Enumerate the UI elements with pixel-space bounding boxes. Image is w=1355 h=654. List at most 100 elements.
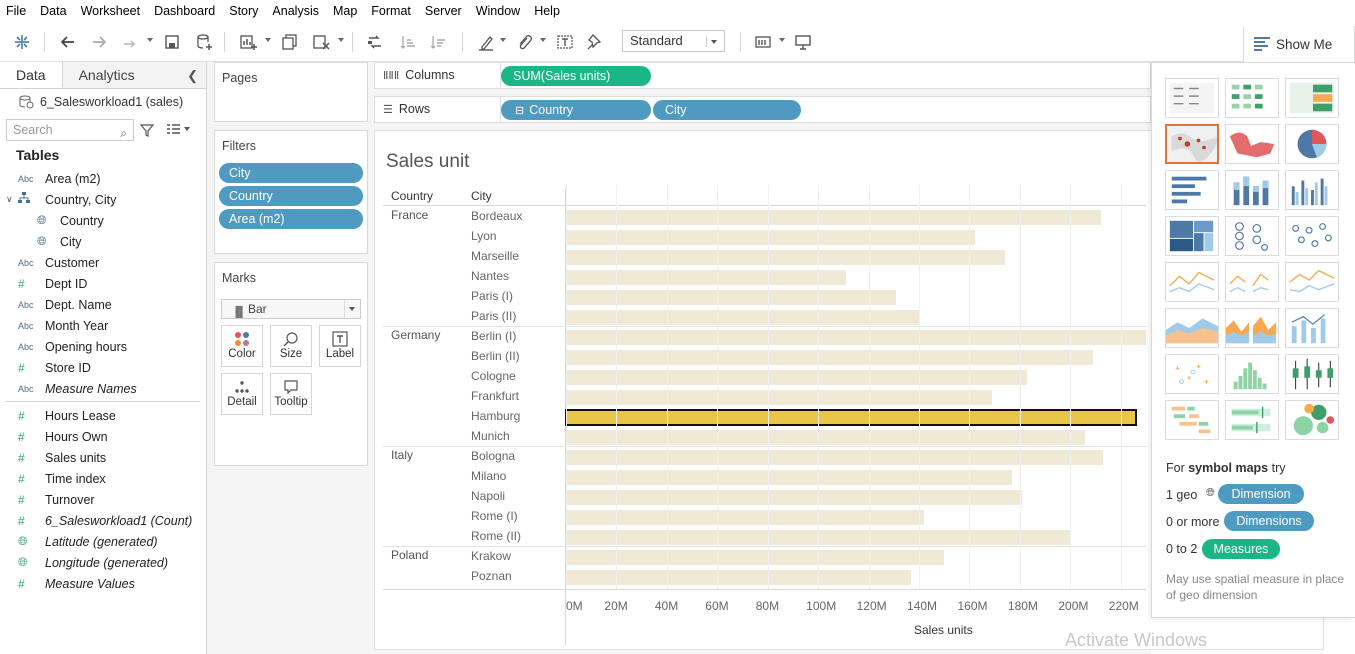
bar-berlin-i[interactable] [566,329,1146,345]
bar-frankfurt[interactable] [566,389,993,405]
redo-icon[interactable] [87,30,111,54]
country-label-poland[interactable]: Poland [391,548,428,562]
bar-marseille[interactable] [566,249,1005,265]
tooltip-button[interactable]: Tooltip [270,373,312,415]
duplicate-sheet-icon[interactable] [278,30,302,54]
field-city[interactable]: 🌐︎ City [0,231,206,252]
city-label-nantes[interactable]: Nantes [471,269,509,283]
presentation-mode-icon[interactable] [791,30,815,54]
country-label-germany[interactable]: Germany [391,328,440,342]
chart-pie-chart[interactable] [1285,124,1339,164]
color-button[interactable]: Color [221,325,263,367]
country-label-france[interactable]: France [391,208,428,222]
new-worksheet-icon[interactable] [236,30,260,54]
field-country[interactable]: 🌐︎ Country [0,210,206,231]
city-label-napoli[interactable]: Napoli [471,489,505,503]
header-city[interactable]: City [471,189,492,203]
field-6-salesworkload1-count[interactable]: #6_Salesworkload1 (Count) [0,510,206,531]
city-label-berlin-i[interactable]: Berlin (I) [471,329,516,343]
field-month-year[interactable]: Abc Month Year [0,315,206,336]
field-dept-name[interactable]: Abc Dept. Name [0,294,206,315]
menu-worksheet[interactable]: Worksheet [74,0,148,22]
field-hours-lease[interactable]: # Hours Lease [0,405,206,426]
field-store-id[interactable]: # Store ID [0,357,206,378]
group-members-icon[interactable] [512,30,536,54]
city-label-bologna[interactable]: Bologna [471,449,515,463]
chart-circle-views[interactable] [1225,216,1279,256]
city-label-marseille[interactable]: Marseille [471,249,519,263]
city-label-milano[interactable]: Milano [471,469,506,483]
chart-area-discrete[interactable] [1225,308,1279,348]
menu-format[interactable]: Format [364,0,418,22]
collapse-pane-icon[interactable]: ❮ [187,68,198,84]
city-label-krakow[interactable]: Krakow [471,549,511,563]
columns-shelf[interactable]: ⅡⅡⅡ Columns SUM(Sales units) [374,62,1151,89]
menu-file[interactable]: File [0,0,33,22]
city-label-poznan[interactable]: Poznan [471,569,512,583]
show-cards-icon[interactable] [752,30,776,54]
rows-shelf[interactable]: ☰ Rows ⊟ Country City [374,96,1151,123]
filter-icon[interactable] [139,123,155,140]
fix-axes-icon[interactable] [583,30,607,54]
replay-icon[interactable] [118,30,142,54]
field-opening-hours[interactable]: Abc Opening hours [0,336,206,357]
datasource-row[interactable]: 6_Salesworkload1 (sales) [0,89,206,115]
field-measure-names[interactable]: Abc Measure Names [0,378,206,399]
chart-gantt-chart[interactable] [1165,400,1219,440]
city-label-bordeaux[interactable]: Bordeaux [471,209,522,223]
fit-dropdown[interactable]: Standard [622,30,725,52]
city-label-cologne[interactable]: Cologne [471,369,516,383]
filter-pill-country[interactable]: Country [219,186,363,206]
field-dept-id[interactable]: # Dept ID [0,273,206,294]
label-button[interactable]: Label [319,325,361,367]
chart-side-by-side-bars[interactable] [1285,170,1339,210]
highlight-icon[interactable] [474,30,498,54]
chart-stacked-bars[interactable] [1225,170,1279,210]
x-axis-title[interactable]: Sales units [914,623,973,637]
city-label-paris-ii[interactable]: Paris (II) [471,309,516,323]
field-hours-own[interactable]: # Hours Own [0,426,206,447]
bar-napoli[interactable] [566,489,1023,505]
show-me-button[interactable]: Show Me [1243,26,1355,62]
search-input[interactable]: Search ⌕ [6,119,134,141]
columns-pill-sum-sales-units[interactable]: SUM(Sales units) [501,66,651,86]
menu-dashboard[interactable]: Dashboard [147,0,222,22]
field-country-city[interactable]: ∨ Country, City [0,189,206,210]
field-time-index[interactable]: # Time index [0,468,206,489]
chart-text-table[interactable] [1165,78,1219,118]
chart-filled-map[interactable] [1225,124,1279,164]
bar-hamburg[interactable] [565,408,1137,426]
chart-dual-combination[interactable] [1285,308,1339,348]
menu-story[interactable]: Story [222,0,265,22]
chart-dual-lines[interactable] [1285,262,1339,302]
bar-cologne[interactable] [566,369,1028,385]
city-label-lyon[interactable]: Lyon [471,229,497,243]
bar-milano[interactable] [566,469,1013,485]
swap-rows-columns-icon[interactable] [363,30,387,54]
menu-data[interactable]: Data [33,0,73,22]
chart-scatter-plot[interactable] [1165,354,1219,394]
chart-highlight-table[interactable] [1285,78,1339,118]
rows-pill-country[interactable]: ⊟ Country [501,100,651,120]
field-sales-units[interactable]: # Sales units [0,447,206,468]
country-label-italy[interactable]: Italy [391,448,413,462]
mark-type-dropdown[interactable]: ▐▌ Bar [221,299,361,319]
sheet-title[interactable]: Sales unit [386,151,469,173]
chart-symbol-map[interactable] [1165,124,1219,164]
clear-sheet-icon[interactable] [309,30,333,54]
chart-continuous-lines[interactable] [1165,262,1219,302]
field-latitude-generated[interactable]: 🌐︎ Latitude (generated) [0,531,206,552]
chart-histogram[interactable] [1225,354,1279,394]
city-label-paris-i[interactable]: Paris (I) [471,289,513,303]
city-label-hamburg[interactable]: Hamburg [471,409,520,423]
menu-analysis[interactable]: Analysis [265,0,326,22]
field-area-m2[interactable]: Abc Area (m2) [0,168,206,189]
menu-window[interactable]: Window [469,0,527,22]
bar-bologna[interactable] [566,449,1104,465]
chart-packed-bubbles[interactable] [1285,400,1339,440]
size-button[interactable]: Size [270,325,312,367]
rows-pill-city[interactable]: City [653,100,801,120]
bar-munich[interactable] [566,429,1086,445]
pages-card[interactable]: Pages [214,62,368,122]
menu-help[interactable]: Help [527,0,567,22]
